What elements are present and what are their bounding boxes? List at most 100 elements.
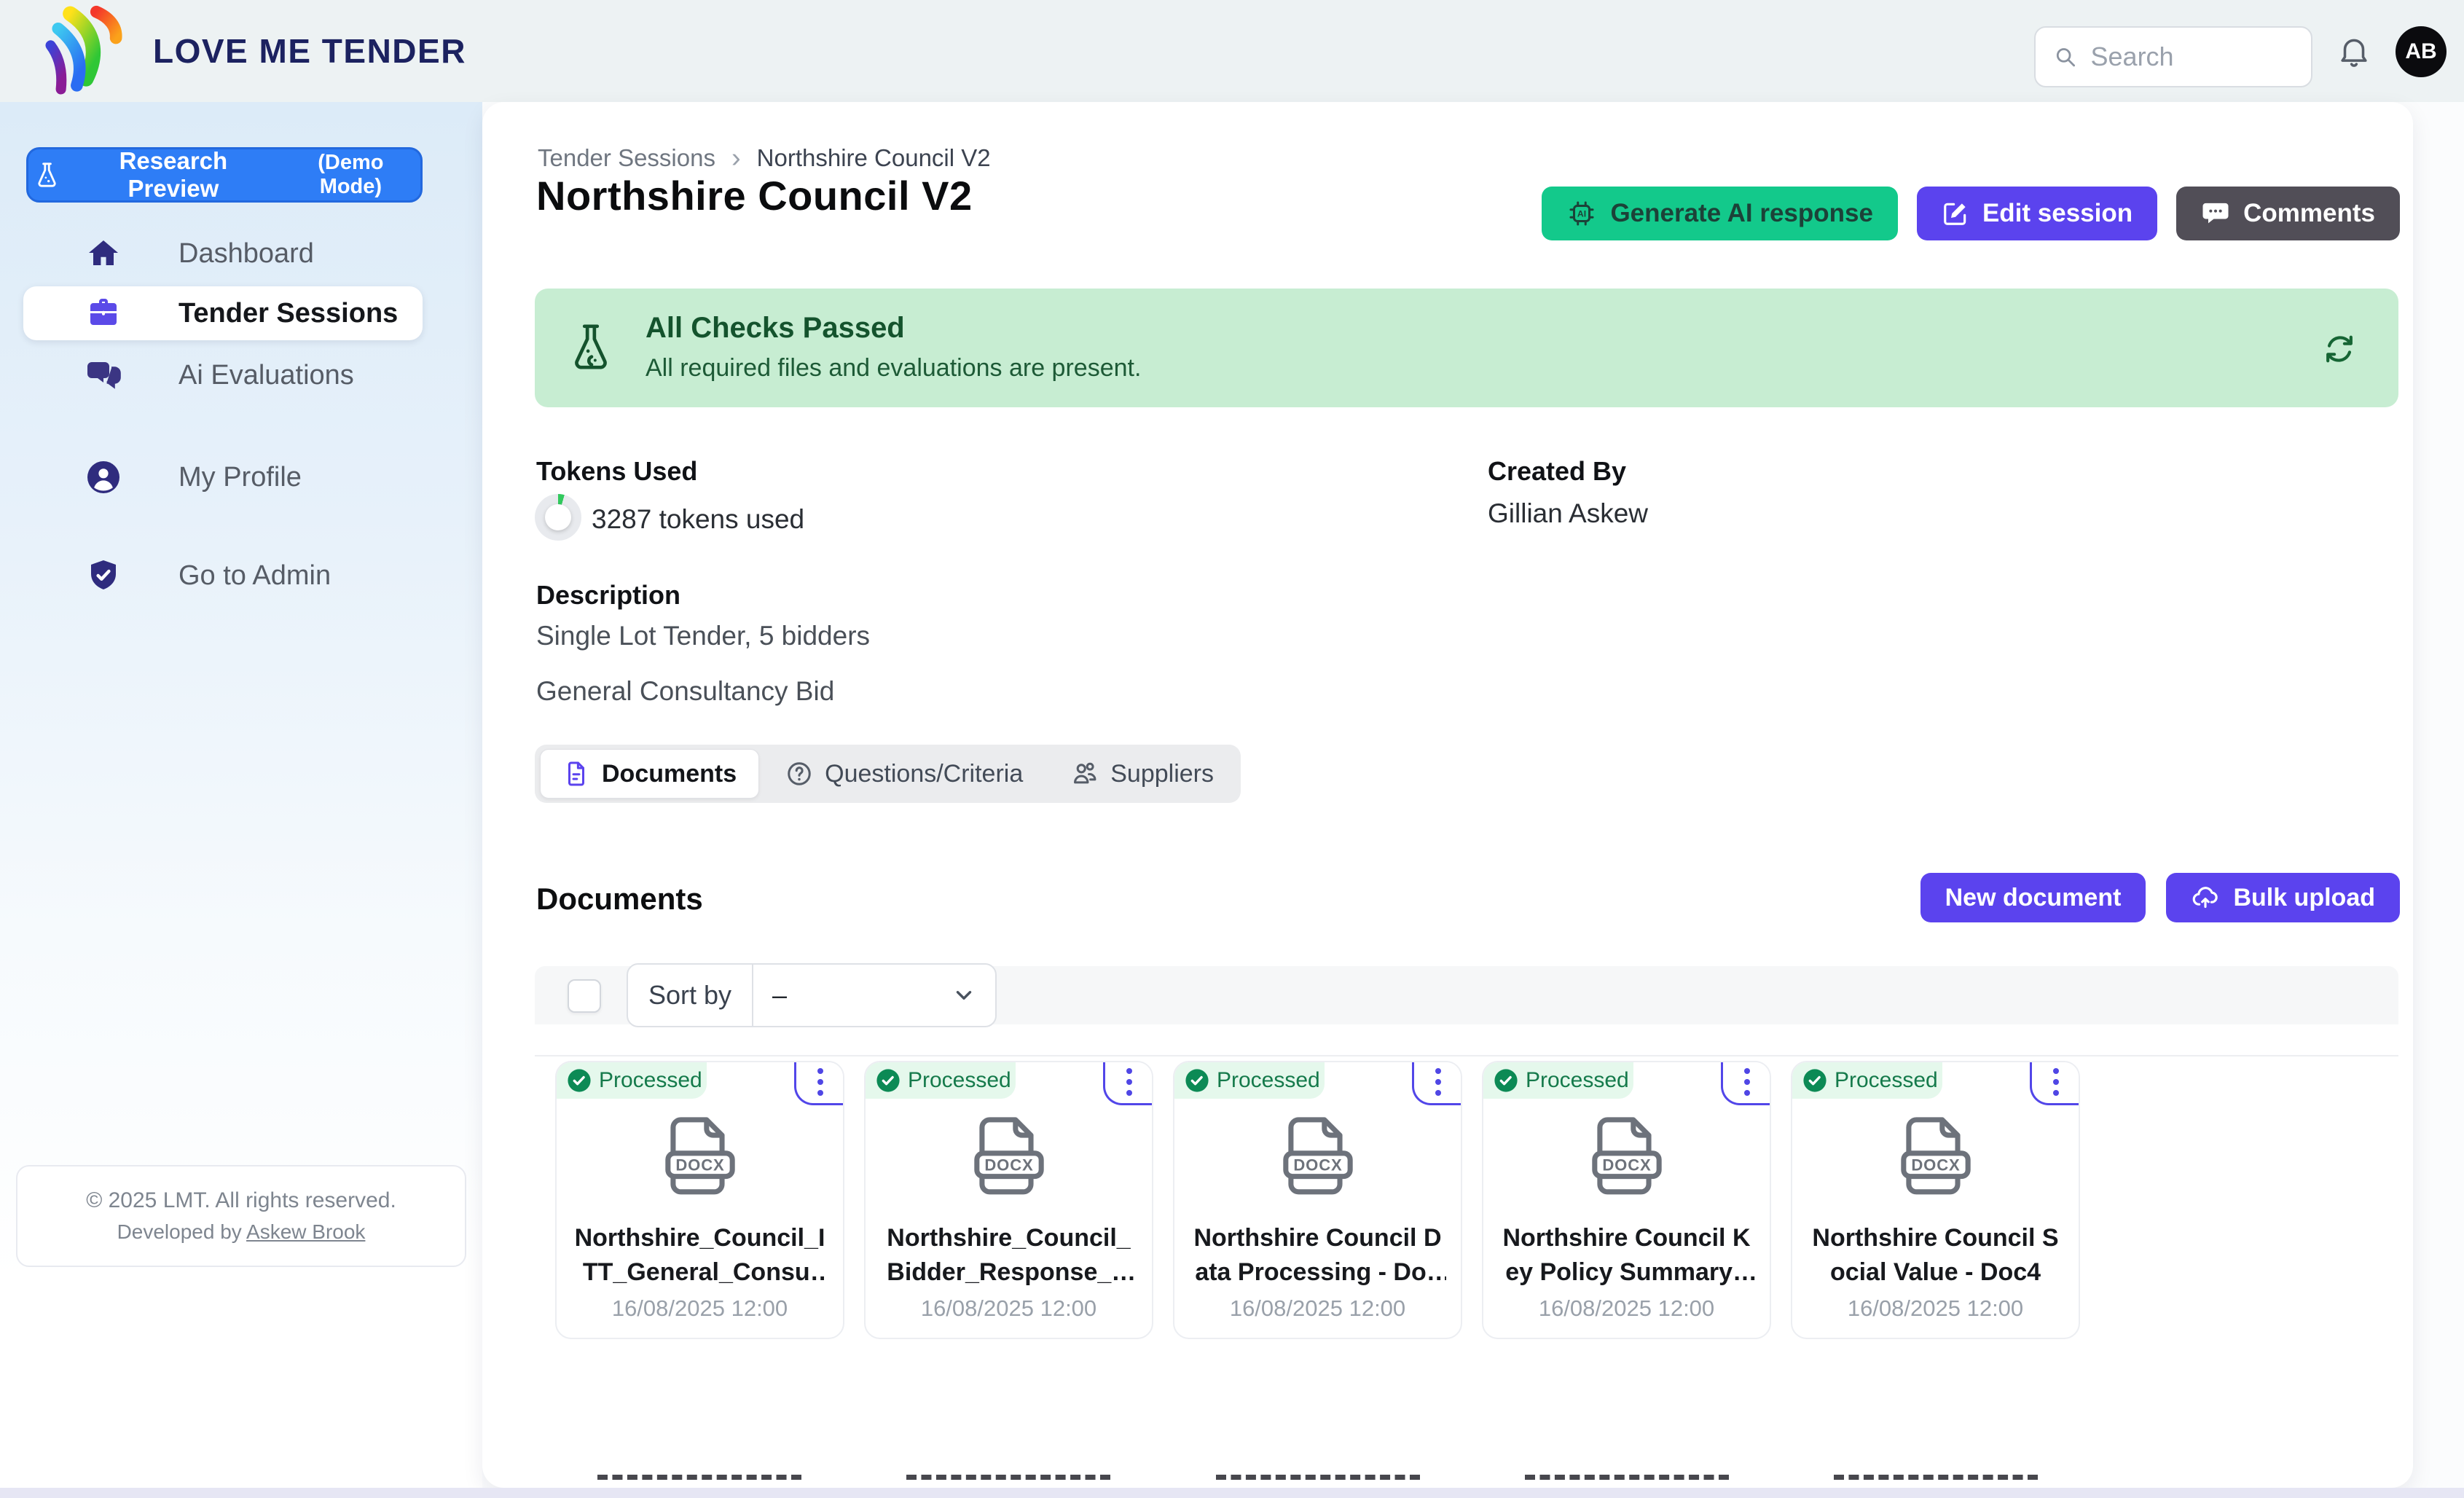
user-circle-icon: [86, 460, 121, 495]
document-date: 16/08/2025 12:00: [557, 1295, 843, 1322]
card-menu[interactable]: [1103, 1061, 1153, 1105]
document-name[interactable]: Northshire Council Key Policy Summary - …: [1498, 1221, 1755, 1290]
notifications-bell-icon[interactable]: [2336, 34, 2372, 70]
document-name[interactable]: Northshire_Council_ITT_General_Consult…: [571, 1221, 828, 1290]
document-cards: Processed DOCX Northshire_Council_ITT_Ge…: [555, 1061, 2080, 1339]
status-badge: Processed: [866, 1062, 1016, 1099]
tab-label: Questions/Criteria: [825, 760, 1023, 788]
upload-cloud-icon: [2191, 883, 2220, 912]
page-actions: AI Generate AI response Edit session Com…: [1542, 187, 2400, 240]
sort-select[interactable]: –: [753, 965, 995, 1026]
breadcrumb-current: Northshire Council V2: [757, 144, 991, 172]
home-icon: [86, 236, 121, 271]
status-badge: Processed: [557, 1062, 707, 1099]
edit-session-button[interactable]: Edit session: [1917, 187, 2157, 240]
sidebar-item-label: Go to Admin: [178, 560, 331, 592]
bulk-upload-button[interactable]: Bulk upload: [2166, 873, 2400, 922]
flask-icon: [565, 322, 616, 373]
svg-text:DOCX: DOCX: [1602, 1156, 1651, 1175]
search-icon: [2053, 42, 2078, 71]
check-circle-icon: [567, 1068, 592, 1093]
kebab-menu-icon: [2053, 1068, 2059, 1096]
card-menu[interactable]: [1721, 1061, 1771, 1105]
sidebar-item-ai-evaluations[interactable]: Ai Evaluations: [0, 352, 482, 399]
docx-file-icon: DOCX: [1588, 1115, 1665, 1201]
tab-suppliers[interactable]: Suppliers: [1049, 750, 1236, 798]
clipped-next-row: [1525, 1475, 1729, 1487]
toolbar-divider: [535, 1055, 2398, 1056]
new-document-label: New document: [1945, 884, 2122, 912]
sidebar-item-dashboard[interactable]: Dashboard: [0, 230, 482, 277]
document-card[interactable]: Processed DOCX Northshire Council Social…: [1791, 1061, 2080, 1339]
card-menu[interactable]: [2030, 1061, 2080, 1105]
docx-file-icon: DOCX: [970, 1115, 1048, 1201]
status-banner: All Checks Passed All required files and…: [535, 289, 2398, 407]
page-title: Northshire Council V2: [536, 172, 973, 219]
research-preview-button[interactable]: Research Preview (Demo Mode): [26, 147, 423, 203]
clipped-next-row: [1834, 1475, 2038, 1487]
brand-logo[interactable]: LOVE ME TENDER: [42, 3, 466, 99]
tokens-used-value: 3287 tokens used: [592, 504, 804, 535]
sort-control: Sort by –: [627, 963, 997, 1027]
preview-suffix: (Demo Mode): [286, 151, 416, 199]
comments-button[interactable]: Comments: [2176, 187, 2400, 240]
document-date: 16/08/2025 12:00: [1792, 1295, 2079, 1322]
banner-message: All required files and evaluations are p…: [646, 354, 1141, 383]
refresh-icon[interactable]: [2321, 331, 2358, 367]
section-tabs: Documents Questions/Criteria Suppliers: [535, 745, 1241, 803]
developer-link[interactable]: Askew Brook: [246, 1220, 365, 1243]
question-circle-icon: [785, 760, 813, 788]
clipped-next-row: [906, 1475, 1110, 1487]
bulk-upload-label: Bulk upload: [2233, 884, 2375, 912]
tab-label: Suppliers: [1110, 760, 1214, 788]
preview-label: Research Preview: [73, 147, 274, 203]
page-bottom-strip: [0, 1488, 2464, 1498]
brand-name: LOVE ME TENDER: [153, 31, 466, 71]
tab-label: Documents: [602, 760, 737, 788]
created-by-value: Gillian Askew: [1488, 498, 1648, 529]
main-panel: Tender Sessions › Northshire Council V2 …: [482, 102, 2413, 1488]
sidebar-item-tender-sessions[interactable]: Tender Sessions: [23, 286, 423, 340]
sidebar-item-go-to-admin[interactable]: Go to Admin: [0, 552, 482, 599]
new-document-button[interactable]: New document: [1920, 873, 2146, 922]
svg-text:AI: AI: [1577, 209, 1586, 219]
kebab-menu-icon: [1744, 1068, 1750, 1096]
document-name[interactable]: Northshire Council Social Value - Doc4: [1807, 1221, 2064, 1290]
check-circle-icon: [1185, 1068, 1209, 1093]
card-menu[interactable]: [794, 1061, 844, 1105]
card-menu[interactable]: [1412, 1061, 1462, 1105]
document-card[interactable]: Processed DOCX Northshire_Council_ITT_Ge…: [555, 1061, 844, 1339]
sidebar-item-my-profile[interactable]: My Profile: [0, 454, 482, 501]
tab-questions-criteria[interactable]: Questions/Criteria: [764, 750, 1045, 798]
kebab-menu-icon: [1435, 1068, 1441, 1096]
breadcrumb-parent[interactable]: Tender Sessions: [538, 144, 715, 172]
brand-logo-icon: [42, 4, 136, 98]
avatar[interactable]: AB: [2396, 26, 2447, 77]
generate-ai-response-button[interactable]: AI Generate AI response: [1542, 187, 1898, 240]
status-badge-label: Processed: [1526, 1068, 1629, 1093]
tab-documents[interactable]: Documents: [540, 749, 759, 799]
chat-bubbles-icon: [86, 358, 121, 393]
kebab-menu-icon: [1126, 1068, 1132, 1096]
description-line: General Consultancy Bid: [536, 676, 834, 707]
description-label: Description: [536, 580, 680, 611]
svg-text:DOCX: DOCX: [1911, 1156, 1960, 1175]
search-box[interactable]: [2034, 26, 2312, 87]
document-icon: [562, 760, 590, 788]
briefcase-icon: [86, 296, 121, 331]
document-card[interactable]: Processed DOCX Northshire_Council_Bidder…: [864, 1061, 1153, 1339]
status-badge-label: Processed: [599, 1068, 702, 1093]
status-badge-label: Processed: [1835, 1068, 1938, 1093]
document-name[interactable]: Northshire_Council_Bidder_Response_Ge…: [880, 1221, 1137, 1290]
document-card[interactable]: Processed DOCX Northshire Council Key Po…: [1482, 1061, 1771, 1339]
ai-chip-icon: AI: [1566, 198, 1597, 229]
search-input[interactable]: [2090, 41, 2294, 73]
users-icon: [1071, 760, 1099, 788]
sidebar-item-label: Dashboard: [178, 238, 314, 270]
documents-actions: New document Bulk upload: [1920, 873, 2400, 922]
sort-by-label: Sort by: [628, 965, 753, 1026]
select-all-checkbox[interactable]: [568, 979, 601, 1013]
document-name[interactable]: Northshire Council Data Processing - Doc…: [1189, 1221, 1446, 1290]
generate-label: Generate AI response: [1610, 199, 1873, 228]
document-card[interactable]: Processed DOCX Northshire Council Data P…: [1173, 1061, 1462, 1339]
